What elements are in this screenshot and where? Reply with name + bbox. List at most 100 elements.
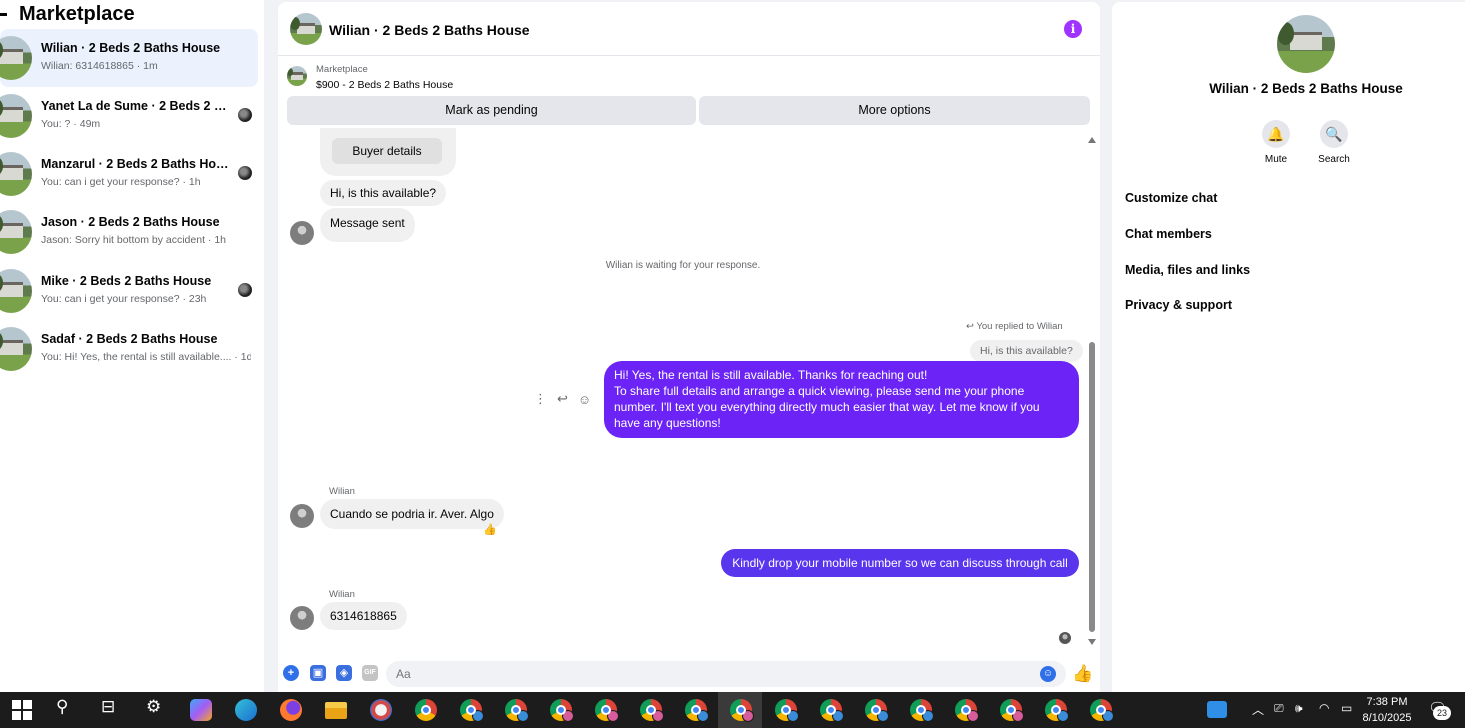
conversation-item-wilian[interactable]: Wilian · 2 Beds 2 Baths House Wilian: 63… — [0, 29, 258, 87]
system-clock[interactable]: 7:38 PM 8/10/2025 — [1362, 694, 1412, 726]
chat-title[interactable]: Wilian · 2 Beds 2 Baths House — [329, 22, 530, 38]
contact-avatar[interactable] — [290, 221, 314, 245]
seen-avatar-icon — [1059, 632, 1071, 644]
mute-button[interactable]: 🔔 Mute — [1256, 120, 1296, 165]
house-thumbnail — [0, 327, 32, 371]
message-bubble-incoming: Hi, is this available? — [320, 180, 447, 206]
info-icon[interactable]: i — [1064, 20, 1082, 38]
thumbs-up-reaction-icon[interactable]: 👍 — [483, 523, 497, 536]
scroll-up-arrow-icon[interactable] — [1088, 137, 1096, 143]
chrome-profile-icon[interactable] — [640, 699, 664, 722]
battery-icon[interactable]: ▭ — [1341, 701, 1352, 715]
seen-avatar-icon — [238, 108, 252, 122]
conversation-preview: You: can i get your response? · 1h — [41, 176, 201, 188]
reply-icon[interactable]: ↩ — [557, 391, 568, 407]
photo-icon[interactable]: ▣ — [310, 665, 326, 681]
chrome-profile-icon[interactable] — [550, 699, 574, 722]
buyer-details-button[interactable]: Buyer details — [332, 138, 442, 164]
message-input[interactable] — [386, 661, 1066, 687]
message-bubble-incoming: Cuando se podria ir. Aver. Algo — [320, 499, 504, 529]
plus-icon[interactable]: + — [283, 665, 299, 681]
back-dash-icon[interactable] — [0, 12, 7, 16]
wifi-icon[interactable]: ◠ — [1319, 701, 1329, 715]
more-options-button[interactable]: More options — [699, 96, 1090, 125]
house-thumbnail — [0, 269, 32, 313]
details-avatar — [1277, 15, 1335, 73]
conversation-item-manzarul[interactable]: Manzarul · 2 Beds 2 Baths House You: can… — [0, 145, 258, 203]
chat-panel: Wilian · 2 Beds 2 Baths House i Marketpl… — [278, 2, 1100, 692]
chevron-up-icon[interactable]: ︿ — [1252, 701, 1264, 718]
react-emoji-icon[interactable]: ☺ — [578, 392, 591, 407]
chrome-profile-icon[interactable] — [1045, 699, 1069, 722]
conversation-name: Sadaf · 2 Beds 2 Baths House — [41, 332, 218, 346]
chrome-profile-icon[interactable] — [595, 699, 619, 722]
listing-thumbnail — [287, 66, 307, 86]
quoted-message[interactable]: Hi, is this available? — [970, 340, 1083, 362]
conversation-name: Mike · 2 Beds 2 Baths House — [41, 274, 212, 288]
chat-avatar[interactable] — [290, 13, 322, 45]
thumbs-up-icon[interactable]: 👍 — [1072, 664, 1093, 684]
conversation-name: Wilian · 2 Beds 2 Baths House — [41, 41, 221, 55]
scroll-thumb[interactable] — [1089, 342, 1095, 632]
widgets-icon[interactable] — [1207, 701, 1227, 718]
gif-icon[interactable]: GIF — [362, 665, 378, 681]
message-bubble-incoming: 6314618865 — [320, 602, 407, 630]
conversation-item-sadaf[interactable]: Sadaf · 2 Beds 2 Baths House You: Hi! Ye… — [0, 320, 258, 378]
contact-avatar[interactable] — [290, 504, 314, 528]
house-thumbnail — [0, 36, 32, 80]
file-explorer-icon[interactable] — [325, 702, 347, 719]
chrome-profile-icon[interactable] — [685, 699, 709, 722]
task-view-icon[interactable]: ⊟ — [101, 697, 115, 717]
listing-banner[interactable]: Marketplace $900 - 2 Beds 2 Baths House — [278, 57, 1100, 95]
windows-taskbar: ⚲ ⊟ ⚙ ︿ ⎚ 🕪 ◠ ▭ 7:38 PM 8/10/2025 🗨 23 — [0, 692, 1465, 728]
settings-gear-icon[interactable]: ⚙ — [146, 697, 161, 717]
conversation-preview: You: ? · 49m — [41, 118, 101, 130]
chrome-profile-icon[interactable] — [730, 699, 754, 722]
message-bubble-incoming: Message sent — [320, 208, 415, 242]
chrome-profile-icon[interactable] — [955, 699, 979, 722]
app-icon[interactable] — [370, 699, 392, 721]
listing-price-title: $900 - 2 Beds 2 Baths House — [316, 79, 454, 91]
mark-as-pending-button[interactable]: Mark as pending — [287, 96, 696, 125]
menu-privacy-support[interactable]: Privacy & support — [1125, 298, 1232, 312]
search-icon[interactable]: ⚲ — [56, 697, 68, 717]
meet-now-icon[interactable]: ⎚ — [1274, 701, 1284, 716]
chrome-profile-icon[interactable] — [865, 699, 889, 722]
menu-customize-chat[interactable]: Customize chat — [1125, 191, 1217, 205]
firefox-icon[interactable] — [280, 699, 302, 721]
more-dots-icon[interactable]: ⋮ — [534, 391, 547, 407]
sticker-icon[interactable]: ◈ — [336, 665, 352, 681]
message-bubble-outgoing: Hi! Yes, the rental is still available. … — [604, 361, 1079, 438]
copilot-icon[interactable] — [190, 699, 212, 721]
message-composer: + ▣ ◈ GIF ☺ 👍 — [278, 656, 1100, 692]
conversation-item-jason[interactable]: Jason · 2 Beds 2 Baths House Jason: Sorr… — [0, 203, 258, 261]
search-button[interactable]: 🔍 Search — [1314, 120, 1354, 165]
chrome-profile-icon[interactable] — [910, 699, 934, 722]
chrome-icon[interactable] — [415, 699, 437, 721]
replied-to-label: ↩ You replied to Wilian — [966, 321, 1063, 332]
chrome-profile-icon[interactable] — [1090, 699, 1114, 722]
windows-start-icon[interactable] — [11, 699, 33, 721]
menu-chat-members[interactable]: Chat members — [1125, 227, 1212, 241]
menu-media-files-links[interactable]: Media, files and links — [1125, 263, 1250, 277]
reply-arrow-icon: ↩ — [966, 321, 977, 332]
house-thumbnail — [0, 94, 32, 138]
emoji-icon[interactable]: ☺ — [1040, 666, 1056, 682]
chrome-profile-icon[interactable] — [505, 699, 529, 722]
scroll-down-arrow-icon[interactable] — [1088, 639, 1096, 645]
conversation-name: Jason · 2 Beds 2 Baths House — [41, 215, 220, 229]
notification-count-badge: 23 — [1433, 706, 1451, 720]
contact-avatar[interactable] — [290, 606, 314, 630]
conversation-item-mike[interactable]: Mike · 2 Beds 2 Baths House You: can i g… — [0, 262, 258, 320]
chrome-profile-icon[interactable] — [775, 699, 799, 722]
chrome-profile-icon[interactable] — [820, 699, 844, 722]
edge-browser-icon[interactable] — [235, 699, 257, 721]
chrome-profile-icon[interactable] — [460, 699, 484, 722]
chat-scrollbar[interactable] — [1087, 134, 1097, 649]
conversation-item-yanet[interactable]: Yanet La de Sume · 2 Beds 2 Bat... You: … — [0, 87, 258, 145]
search-icon: 🔍 — [1320, 120, 1348, 148]
details-title: Wilian · 2 Beds 2 Baths House — [1209, 81, 1403, 96]
speaker-icon[interactable]: 🕪 — [1295, 701, 1303, 716]
conversation-preview: You: Hi! Yes, the rental is still availa… — [41, 351, 251, 363]
chrome-profile-icon[interactable] — [1000, 699, 1024, 722]
